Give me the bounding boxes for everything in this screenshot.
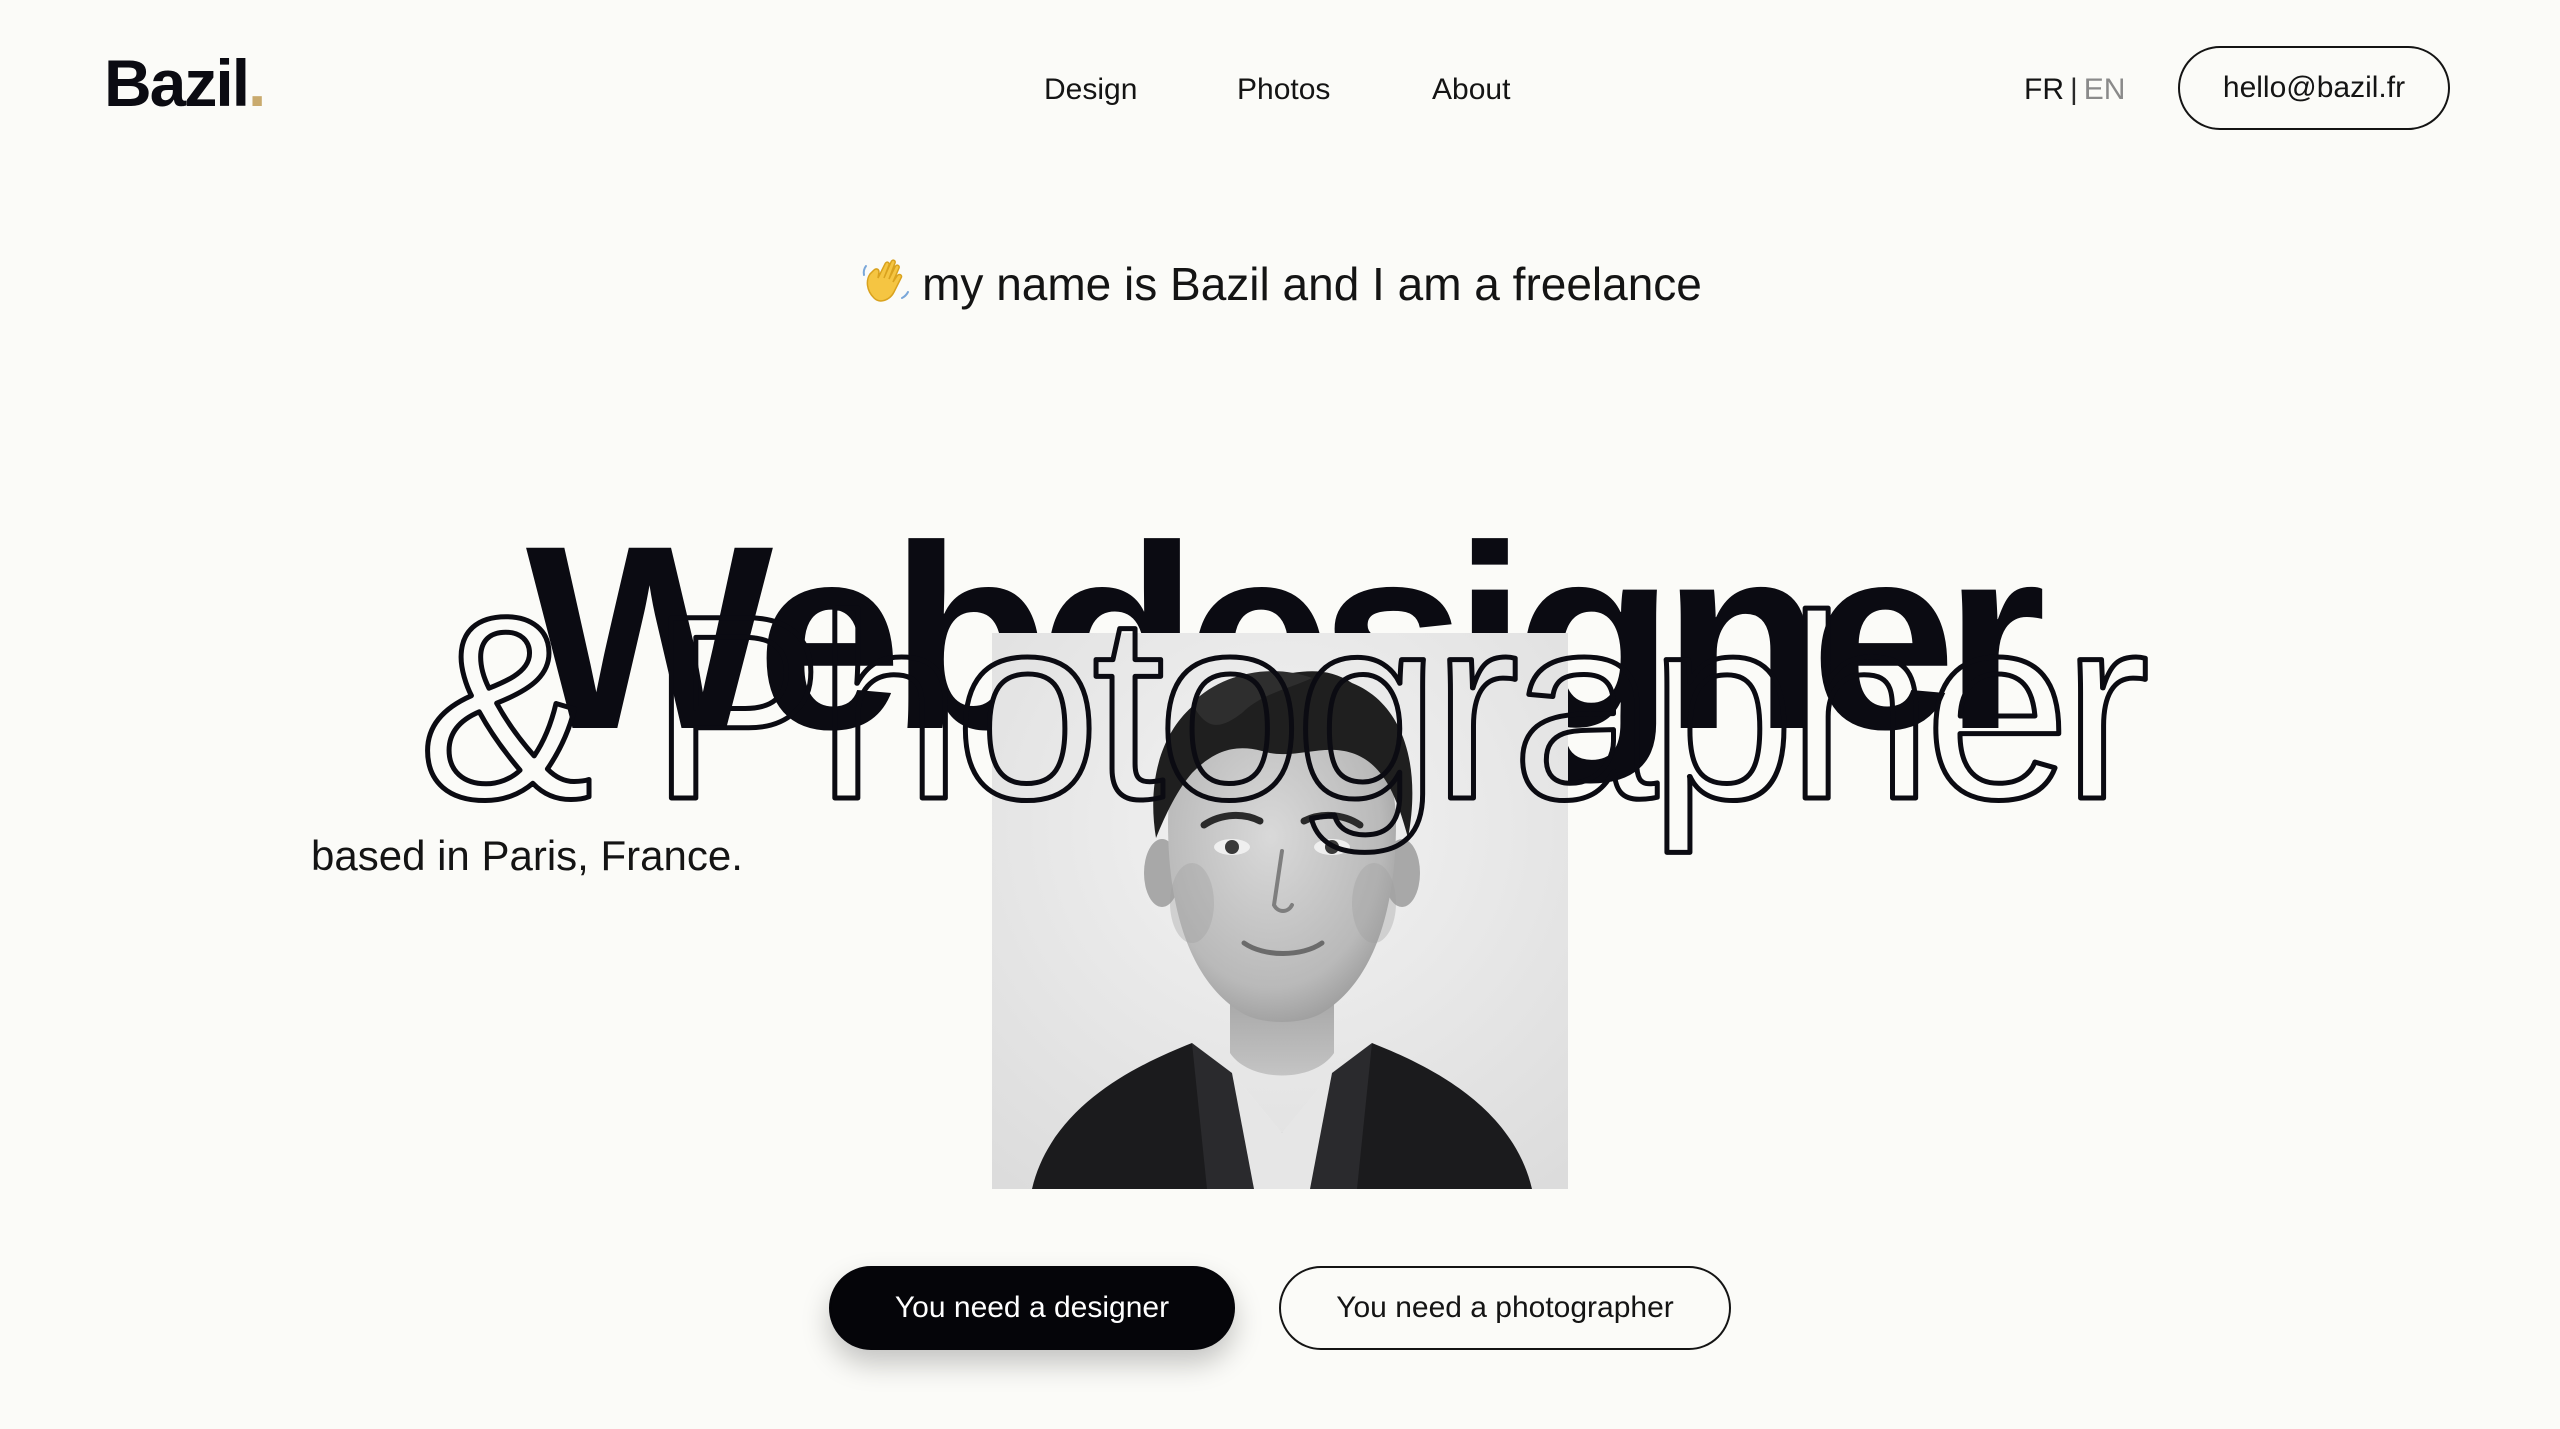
waving-hand-icon: [862, 259, 910, 302]
designer-button[interactable]: You need a designer: [829, 1266, 1235, 1350]
email-button[interactable]: hello@bazil.fr: [2178, 46, 2450, 130]
hero-intro-text: my name is Bazil and I am a freelance: [922, 258, 1702, 310]
lang-en[interactable]: EN: [2084, 73, 2126, 106]
nav-item-about[interactable]: About: [1432, 68, 1510, 112]
page: Bazil. Design Photos About FR | EN hello@b…: [0, 0, 2560, 1429]
portrait-photo: [992, 633, 1568, 1189]
lang-separator: |: [2070, 73, 2078, 106]
lang-fr[interactable]: FR: [2024, 73, 2064, 106]
language-switcher: FR | EN: [2024, 68, 2125, 112]
photographer-button[interactable]: You need a photographer: [1279, 1266, 1731, 1350]
nav-item-photos[interactable]: Photos: [1237, 68, 1330, 112]
main-nav: Design Photos About: [0, 68, 2560, 112]
hero-intro: my name is Bazil and I am a freelance: [0, 252, 2560, 316]
nav-item-design[interactable]: Design: [1044, 68, 1137, 112]
location-text: based in Paris, France.: [311, 832, 743, 879]
